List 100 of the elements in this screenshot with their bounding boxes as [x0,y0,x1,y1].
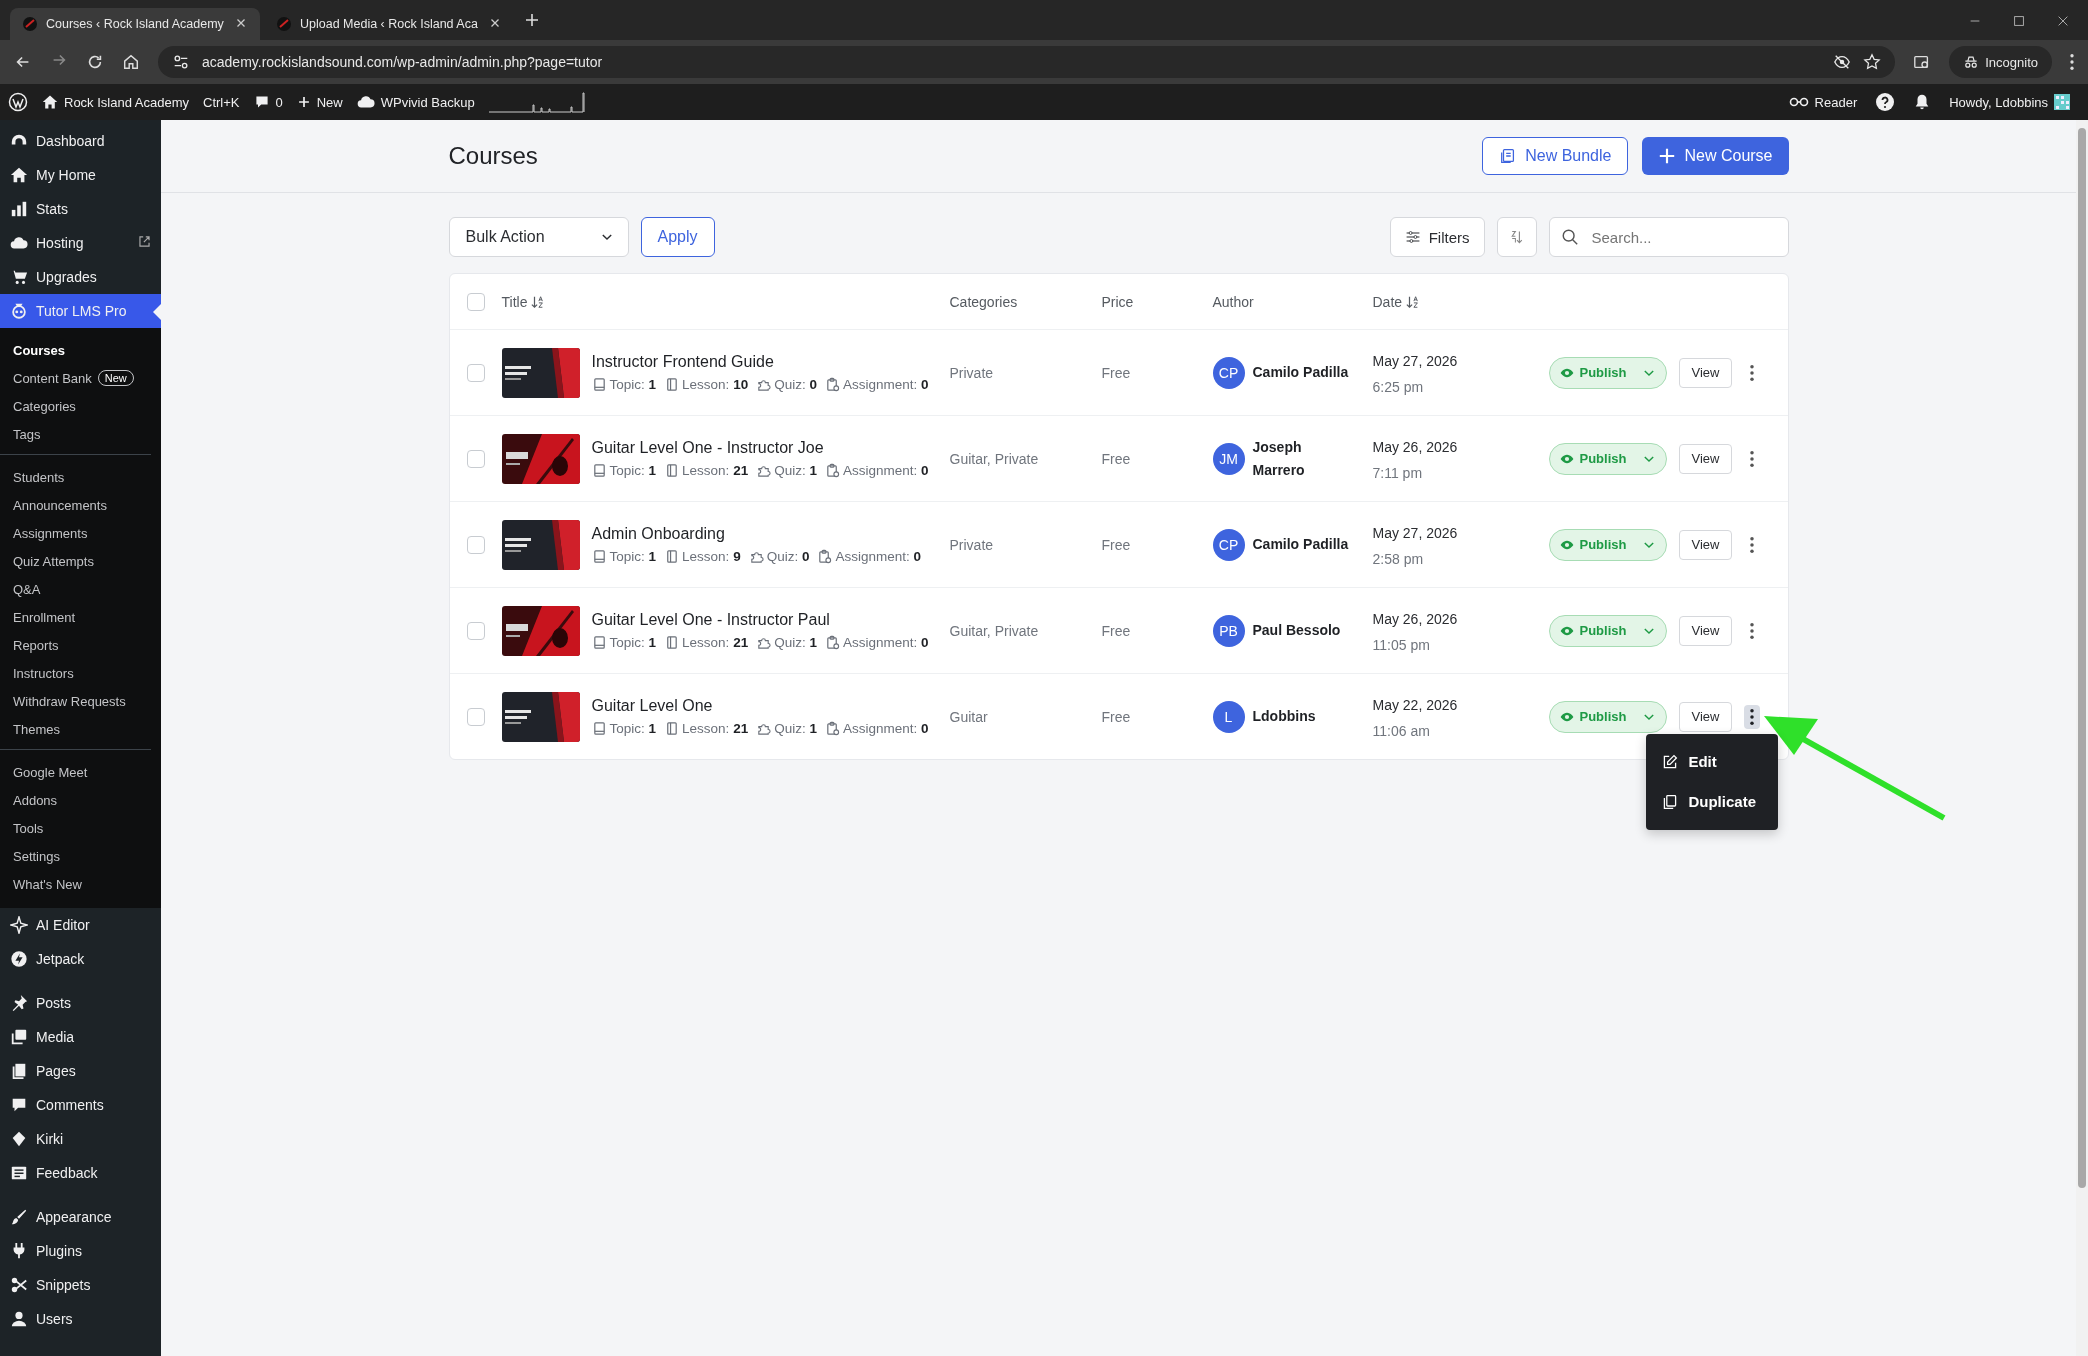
sidebar-item[interactable]: My Home [0,158,161,192]
sort-icon [1508,229,1525,245]
submenu-item[interactable]: Courses [0,336,151,364]
owl-icon [10,302,28,320]
more-icon[interactable] [2070,54,2074,70]
sidebar-item[interactable]: Stats [0,192,161,226]
submenu-item[interactable]: Themes [0,715,151,743]
course-stat: Topic: 1 [609,377,657,392]
star-icon [1863,53,1882,71]
view-button[interactable]: View [1678,615,1733,646]
submenu-item[interactable]: Quiz Attempts [0,547,151,575]
menu-item[interactable]: Duplicate [1646,781,1779,822]
account-link[interactable]: Howdy, Ldobbins [1949,94,2070,110]
sidebar-item[interactable]: Posts [0,986,161,1020]
submenu-item[interactable]: Q&A [0,575,151,603]
sort-button[interactable] [1496,217,1537,257]
browser-tab[interactable]: Upload Media ‹ Rock Island Aca [264,8,514,40]
submenu-item[interactable]: Settings [0,842,151,870]
course-title[interactable]: Guitar Level One - Instructor Paul [591,611,929,629]
new-course-button[interactable]: New Course [1642,137,1789,175]
select-all-checkbox[interactable] [466,292,485,311]
category-text: Private [949,536,995,553]
row-checkbox[interactable] [466,621,485,640]
submenu-item[interactable]: Reports [0,631,151,659]
plus-icon [296,95,311,109]
course-title[interactable]: Admin Onboarding [591,525,921,543]
course-title[interactable]: Instructor Frontend Guide [591,353,929,371]
column-header[interactable]: Title [501,293,528,310]
reader-link[interactable]: Reader [1788,92,1858,112]
favicon-icon [22,16,38,32]
sidebar-item[interactable]: Feedback [0,1156,161,1190]
course-stat: Assignment: 0 [835,549,921,564]
submenu-item[interactable]: Assignments [0,519,151,547]
sidebar-item[interactable]: Upgrades [0,260,161,294]
pushpin-icon [10,994,28,1012]
row-checkbox[interactable] [466,535,485,554]
course-title[interactable]: Guitar Level One - Instructor Joe [591,439,929,457]
sidebar-item[interactable]: Hosting [0,226,161,260]
site-link[interactable]: Rock Island Academy [42,94,189,110]
date-text: May 27, 2026 [1372,351,1459,371]
favicon-icon [276,16,292,32]
submenu-item[interactable]: Categories [0,392,151,420]
submenu-item[interactable]: Google Meet [0,758,151,786]
sidebar-item[interactable]: Comments [0,1088,161,1122]
browser-tab[interactable]: Courses ‹ Rock Island Academy [10,8,260,40]
sidebar-item[interactable]: Jetpack [0,942,161,976]
apply-button[interactable]: Apply [640,217,715,257]
scrollbar[interactable] [2076,120,2088,1356]
row-checkbox[interactable] [466,707,485,726]
submenu-item[interactable]: Withdraw Requests [0,687,151,715]
column-header[interactable]: Date [1372,293,1403,310]
course-stat: Quiz: 0 [766,549,810,564]
sidebar-item[interactable]: Media [0,1020,161,1054]
sidebar-item[interactable]: Pages [0,1054,161,1088]
row-checkbox[interactable] [466,363,485,382]
view-button[interactable]: View [1678,357,1733,388]
avatar: L [1212,700,1245,733]
plus-icon [524,12,540,28]
submenu-item[interactable]: Addons [0,786,151,814]
sidebar-item[interactable]: Dashboard [0,124,161,158]
sidebar-item[interactable]: Appearance [0,1200,161,1234]
diamond-icon [10,1130,28,1148]
submenu-item[interactable]: Tags [0,420,151,448]
view-button[interactable]: View [1678,529,1733,560]
submenu-item[interactable]: What's New [0,870,151,898]
sidebar-item[interactable]: Kirki [0,1122,161,1156]
search-field[interactable]: Search... [1548,217,1789,257]
backup-link[interactable]: WPvivid Backup [356,93,475,111]
sidebar-item[interactable]: AI Editor [0,908,161,942]
avatar: CP [1212,528,1245,561]
course-title[interactable]: Guitar Level One [591,697,929,715]
more-button[interactable] [1744,704,1761,729]
external-link-icon [138,235,151,248]
time-text: 2:58 pm [1372,549,1425,569]
sidebar-item[interactable]: Snippets [0,1268,161,1302]
sidebar-item[interactable]: Users [0,1302,161,1336]
incognito-button[interactable]: Incognito [1949,46,2052,78]
new-link[interactable]: New [296,94,343,110]
new-bundle-button[interactable]: New Bundle [1482,137,1629,175]
submenu-item[interactable]: Content Bank New [0,364,151,392]
sidebar-item[interactable]: Tutor LMS Pro [0,294,161,328]
submenu-item[interactable]: Students [0,463,151,491]
eye-slash-icon [1833,53,1852,71]
sort-icon [1406,294,1421,309]
view-button[interactable]: View [1678,443,1733,474]
menu-item[interactable]: Edit [1646,741,1779,782]
submenu-item[interactable]: Tools [0,814,151,842]
comments-link[interactable]: 0 [253,94,283,110]
row-checkbox[interactable] [466,449,485,468]
view-button[interactable]: View [1678,701,1733,732]
puzzle-icon [756,463,772,478]
submenu-item[interactable]: Enrollment [0,603,151,631]
sidebar-item[interactable]: Plugins [0,1234,161,1268]
submenu-item[interactable]: Instructors [0,659,151,687]
address-bar[interactable]: academy.rockislandsound.com/wp-admin/admin.php?page=tutor [158,46,1896,78]
filters-button[interactable]: Filters [1389,217,1485,257]
category-text: Guitar [949,708,989,725]
submenu-item[interactable]: Announcements [0,491,151,519]
puzzle-icon [756,721,772,736]
bulk-action-dropdown[interactable]: Bulk Action [448,217,629,257]
